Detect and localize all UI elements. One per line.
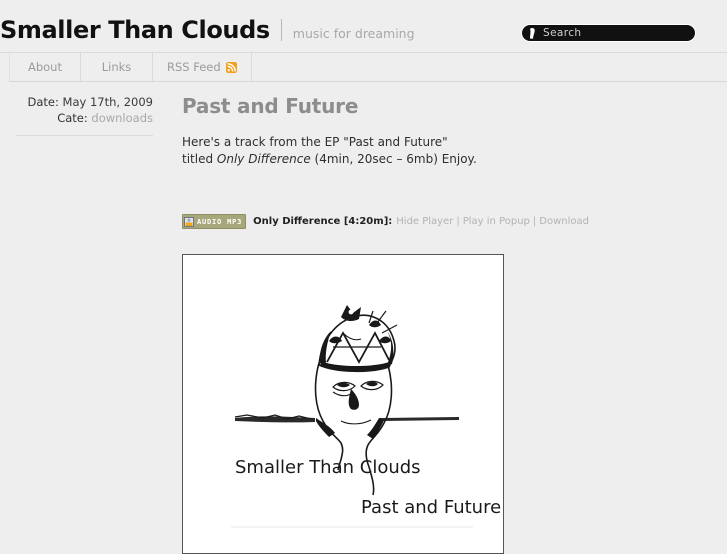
page-title: Past and Future bbox=[182, 94, 359, 118]
audio-badge-label: AUDIO MP3 bbox=[197, 217, 243, 226]
nav-item-rss-feed[interactable]: RSS Feed bbox=[153, 53, 252, 82]
album-artwork-image: Smaller Than Clouds Past and Future bbox=[183, 255, 503, 553]
post-category: Cate: downloads bbox=[0, 110, 153, 126]
nav-item-about[interactable]: About bbox=[9, 53, 81, 82]
content-area: Date: May 17th, 2009 Cate: downloads Pas… bbox=[0, 82, 727, 554]
play-in-popup-link[interactable]: Play in Popup bbox=[463, 216, 530, 227]
post-body: Here's a track from the EP "Past and Fut… bbox=[182, 134, 512, 168]
post-body-line-2-prefix: titled bbox=[182, 152, 217, 166]
audio-player-row: AUDIO MP3 Only Difference [4:20m]: Hide … bbox=[182, 214, 727, 229]
nav-item-label: RSS Feed bbox=[167, 60, 221, 74]
post-date: Date: May 17th, 2009 bbox=[0, 94, 153, 110]
post-date-label: Date: bbox=[27, 95, 59, 109]
site-header: Smaller Than Clouds music for dreaming bbox=[0, 0, 727, 53]
post-body-line-2-suffix: (4min, 20sec – 6mb) Enjoy. bbox=[310, 152, 477, 166]
post-main-column: Past and Future Here's a track from the … bbox=[162, 94, 727, 554]
site-tagline: music for dreaming bbox=[292, 26, 415, 41]
site-title: Smaller Than Clouds bbox=[0, 16, 270, 44]
post-category-label: Cate: bbox=[57, 111, 88, 125]
nav-item-label: About bbox=[27, 60, 62, 74]
rss-icon bbox=[225, 61, 237, 73]
track-title-italic: Only Difference bbox=[216, 152, 311, 166]
sidebar-divider bbox=[16, 135, 153, 136]
nav-filler bbox=[251, 53, 727, 82]
search-box[interactable] bbox=[522, 25, 695, 41]
audio-file-icon bbox=[184, 216, 194, 227]
audio-mp3-badge: AUDIO MP3 bbox=[182, 214, 247, 229]
download-link[interactable]: Download bbox=[539, 216, 589, 227]
brand: Smaller Than Clouds music for dreaming bbox=[0, 16, 415, 42]
artwork-caption-title: Past and Future bbox=[361, 497, 501, 518]
search-container[interactable] bbox=[521, 24, 696, 42]
search-icon bbox=[530, 27, 535, 39]
artwork-caption-artist: Smaller Than Clouds bbox=[235, 457, 421, 478]
album-artwork: Smaller Than Clouds Past and Future bbox=[182, 254, 504, 554]
post-date-value: May 17th, 2009 bbox=[62, 95, 153, 109]
nav-item-links[interactable]: Links bbox=[81, 53, 153, 82]
player-link-separator: | bbox=[532, 216, 537, 227]
audio-track-label: Only Difference [4:20m]: bbox=[253, 216, 393, 227]
nav-item-label: Links bbox=[101, 60, 132, 74]
post-body-line-1: Here's a track from the EP "Past and Fut… bbox=[182, 135, 448, 149]
search-input[interactable] bbox=[543, 25, 683, 41]
player-link-separator: | bbox=[456, 216, 460, 227]
hide-player-link[interactable]: Hide Player bbox=[396, 216, 453, 227]
brand-divider bbox=[280, 19, 282, 41]
post-meta-sidebar: Date: May 17th, 2009 Cate: downloads bbox=[0, 94, 162, 554]
main-navigation: About Links RSS Feed bbox=[0, 53, 727, 82]
post-category-link[interactable]: downloads bbox=[91, 111, 153, 125]
